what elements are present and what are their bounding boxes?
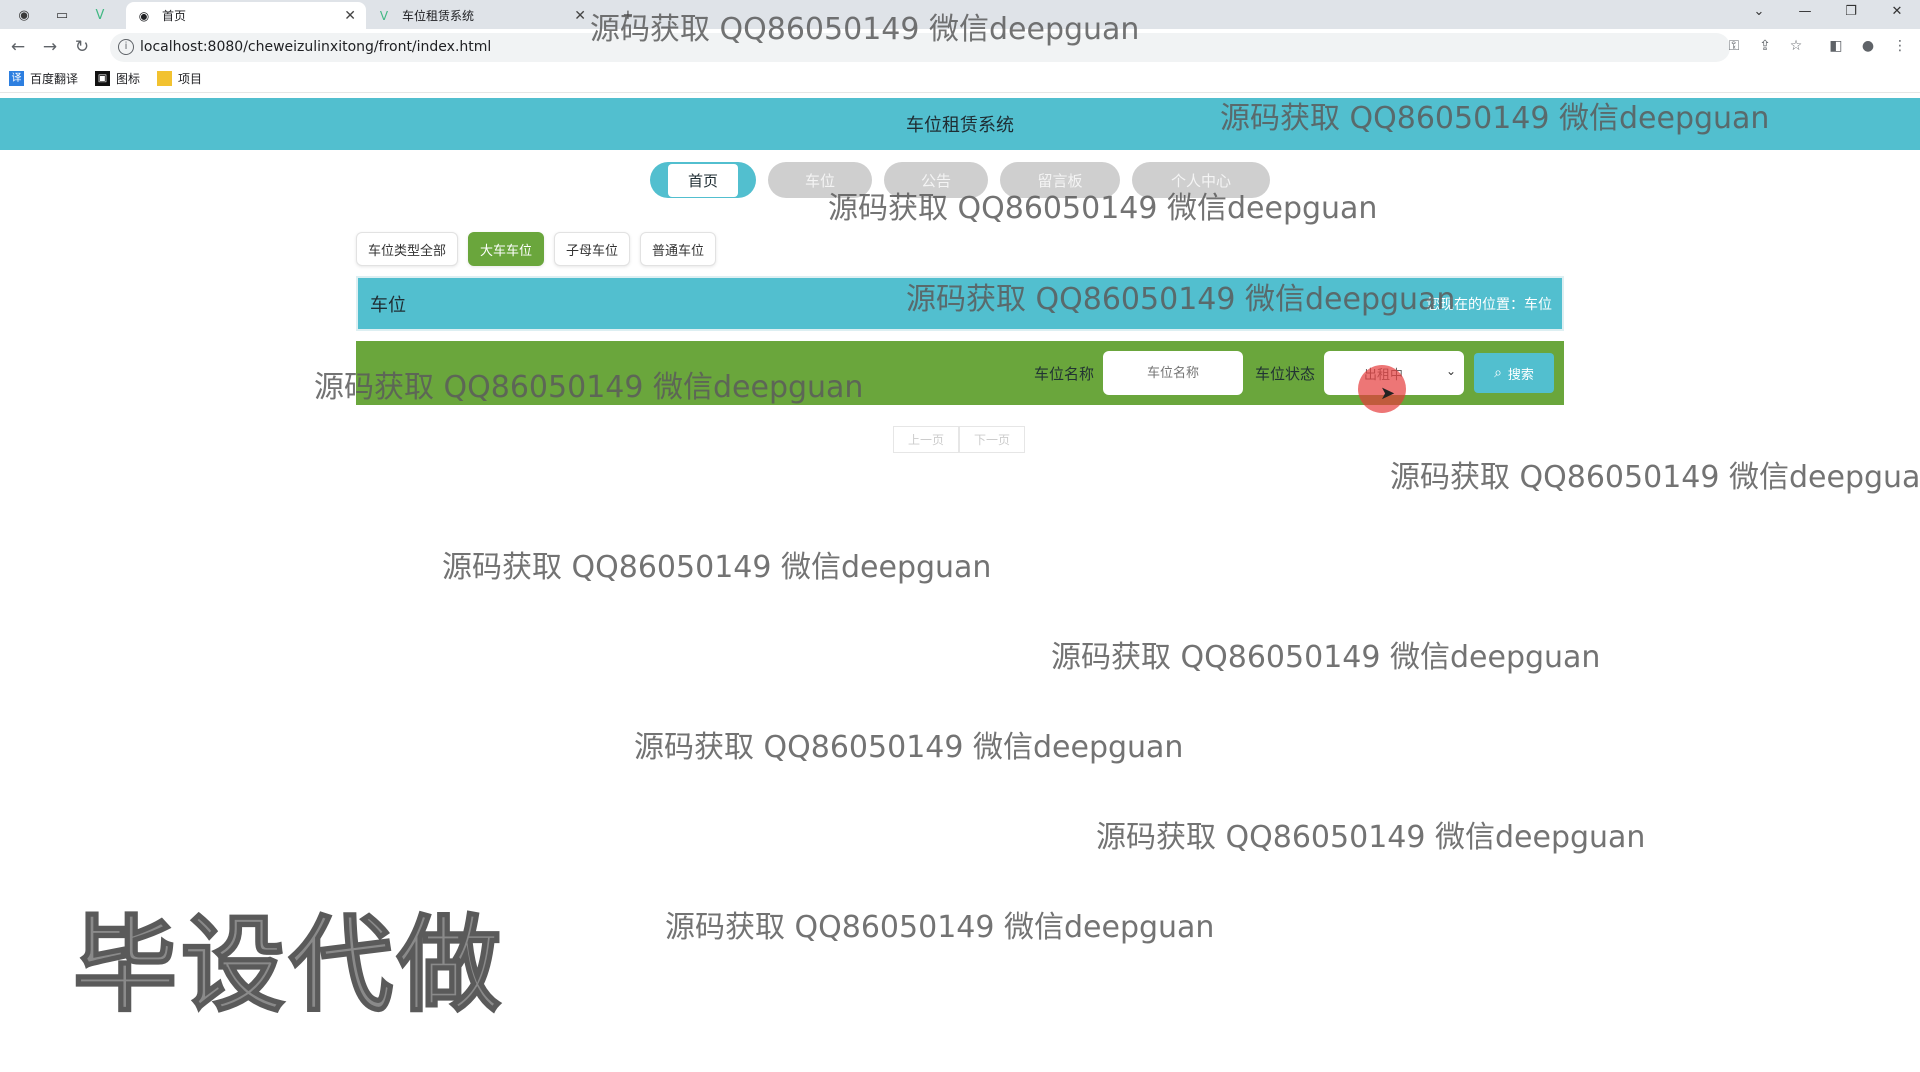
watermark: 源码获取 QQ86050149 微信deepguan: [634, 730, 1184, 765]
status-label: 车位状态: [1254, 364, 1315, 383]
tab-parking-system[interactable]: V 车位租赁系统 ✕: [366, 2, 596, 29]
sidepanel-icon[interactable]: ◧: [1826, 38, 1846, 54]
watermark: 源码获取 QQ86050149 微信deepguan: [665, 910, 1215, 945]
globe-icon: ◉: [138, 8, 150, 23]
info-icon[interactable]: i: [118, 39, 134, 55]
next-page-button[interactable]: 下一页: [959, 426, 1026, 453]
back-icon[interactable]: ←: [8, 37, 28, 57]
key-icon[interactable]: ⚿: [1724, 38, 1744, 54]
bookmark-project[interactable]: 项目: [157, 70, 202, 87]
prev-page-button[interactable]: 上一页: [893, 426, 960, 453]
section-title: 车位: [370, 294, 406, 316]
forward-icon[interactable]: →: [40, 37, 60, 57]
watermark: 源码获取 QQ86050149 微信deepguan: [1051, 640, 1601, 675]
image-icon: ▣: [95, 71, 111, 86]
menu-item-home[interactable]: 首页: [650, 162, 756, 198]
close-icon[interactable]: ✕: [574, 8, 586, 24]
watermark: 源码获取 QQ86050149 微信deepguan: [1096, 820, 1646, 855]
watermark: 源码获取 QQ86050149 微信deepguan: [1220, 101, 1770, 136]
filter-all-types[interactable]: 车位类型全部: [356, 232, 459, 266]
chevron-down-icon: ⌄: [1445, 364, 1456, 378]
share-icon[interactable]: ⇪: [1755, 38, 1775, 54]
search-icon: ⌕: [1494, 365, 1502, 381]
search-button-label: 搜索: [1507, 367, 1534, 383]
globe-icon[interactable]: ◉: [8, 3, 40, 27]
star-icon[interactable]: ☆: [1786, 38, 1806, 54]
restore-icon[interactable]: ❐: [1828, 0, 1874, 29]
window-controls: ⌄ — ❐ ✕: [1736, 0, 1920, 29]
profile-icon[interactable]: ●: [1858, 38, 1878, 54]
name-label: 车位名称: [1033, 364, 1094, 383]
site-title: 车位租赁系统: [906, 115, 1014, 136]
name-search-input[interactable]: [1102, 351, 1243, 395]
more-icon[interactable]: ⋮: [1890, 38, 1910, 54]
cursor-icon: ➤: [1380, 383, 1396, 404]
translate-icon: 译: [9, 71, 24, 86]
filter-large-car[interactable]: 大车车位: [468, 232, 545, 266]
bookmark-label: 百度翻译: [30, 72, 79, 86]
bookmarks-bar: 译 百度翻译 ▣ 图标 项目: [0, 65, 1920, 93]
big-watermark: 毕设代做: [72, 903, 506, 1027]
watermark: 源码获取 QQ86050149 微信deepguan: [314, 370, 864, 405]
menu-item-label: 首页: [667, 163, 738, 197]
bookmark-baidu-translate[interactable]: 译 百度翻译: [9, 70, 78, 87]
watermark: 源码获取 QQ86050149 微信deepguan: [906, 282, 1456, 317]
watermark: 源码获取 QQ86050149 微信deepguan: [442, 550, 992, 585]
type-filters: 车位类型全部 大车车位 子母车位 普通车位: [356, 232, 726, 266]
watermark: 源码获取 QQ86050149 微信deepguan: [1390, 460, 1920, 495]
close-icon[interactable]: ✕: [344, 8, 356, 24]
filter-parent-child[interactable]: 子母车位: [554, 232, 631, 266]
bookmark-label: 项目: [178, 72, 203, 86]
pagination: 上一页 下一页: [893, 426, 1026, 453]
bookmark-icons[interactable]: ▣ 图标: [95, 70, 140, 87]
minimize-icon[interactable]: —: [1782, 0, 1828, 29]
tab-title: 首页: [162, 9, 187, 23]
filter-regular[interactable]: 普通车位: [640, 232, 717, 266]
watermark: 源码获取 QQ86050149 微信deepguan: [828, 191, 1378, 226]
chevron-down-icon[interactable]: ⌄: [1736, 0, 1782, 29]
vue-icon: V: [379, 8, 389, 23]
close-icon[interactable]: ✕: [1874, 0, 1920, 29]
tab-title: 车位租赁系统: [402, 9, 475, 23]
tab-home[interactable]: ◉ 首页 ✕: [126, 2, 366, 29]
url-text: localhost:8080/cheweizulinxitong/front/i…: [140, 39, 492, 55]
blank-tab-icon[interactable]: ▭: [46, 3, 78, 27]
reload-icon[interactable]: ↻: [72, 37, 92, 57]
bookmark-label: 图标: [116, 72, 141, 86]
vue-icon[interactable]: V: [84, 3, 116, 27]
watermark: 源码获取 QQ86050149 微信deepguan: [590, 12, 1140, 47]
search-button[interactable]: ⌕ 搜索: [1474, 353, 1554, 393]
folder-icon: [157, 71, 173, 86]
